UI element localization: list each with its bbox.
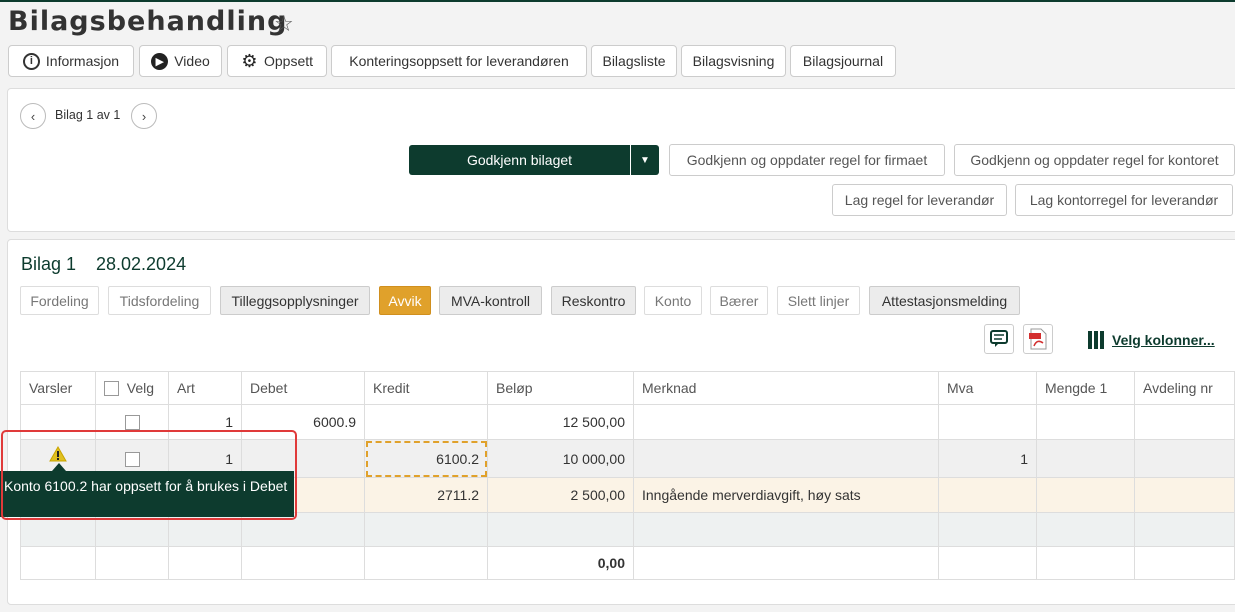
star-icon[interactable]: ☆	[274, 11, 294, 37]
pdf-button[interactable]	[1023, 324, 1053, 354]
bilag-label: Bilag 1	[21, 254, 77, 274]
oppsett-button[interactable]: ⚙ Oppsett	[227, 45, 327, 77]
comment-button[interactable]	[984, 324, 1014, 354]
table-total-row: 0,00	[20, 546, 1235, 580]
cell-merknad[interactable]: Inngående merverdiavgift, høy sats	[633, 477, 939, 513]
gear-icon: ⚙	[241, 50, 258, 71]
caret-down-icon[interactable]: ▼	[630, 145, 659, 175]
play-icon: ▶	[151, 52, 169, 70]
col-debet: Debet	[241, 371, 365, 405]
total-belop: 0,00	[487, 546, 634, 580]
tab-tidsfordeling[interactable]: Tidsfordeling	[108, 286, 211, 315]
lag-regel-leverandor-button[interactable]: Lag regel for leverandør	[832, 184, 1007, 216]
highlight-box	[1, 430, 297, 520]
tab-reskontro[interactable]: Reskontro	[551, 286, 636, 315]
cell-kredit[interactable]	[364, 404, 488, 440]
cell-mva[interactable]	[938, 477, 1037, 513]
cell-merknad[interactable]	[633, 404, 939, 440]
cell-merknad[interactable]	[633, 439, 939, 478]
col-velg: Velg	[95, 371, 169, 405]
bilag-date: 28.02.2024	[96, 254, 187, 274]
cell-kredit[interactable]: 6100.2	[364, 439, 488, 478]
chevron-right-icon: ›	[141, 108, 147, 124]
tab-tilleggsopplysninger[interactable]: Tilleggsopplysninger	[220, 286, 370, 315]
tab-konto[interactable]: Konto	[644, 286, 702, 315]
next-button[interactable]: ›	[131, 103, 157, 129]
col-art: Art	[168, 371, 242, 405]
pdf-icon	[1029, 328, 1047, 350]
cell-mva[interactable]: 1	[938, 439, 1037, 478]
cell-belop[interactable]: 10 000,00	[487, 439, 634, 478]
col-mengde: Mengde 1	[1036, 371, 1135, 405]
cell-kredit[interactable]: 2711.2	[364, 477, 488, 513]
tab-mva-kontroll[interactable]: MVA-kontroll	[439, 286, 542, 315]
col-avdeling: Avdeling nr	[1134, 371, 1235, 405]
lag-kontorregel-button[interactable]: Lag kontorregel for leverandør	[1015, 184, 1233, 216]
page-title: Bilagsbehandling	[8, 6, 288, 37]
tab-fordeling[interactable]: Fordeling	[20, 286, 99, 315]
video-button[interactable]: ▶ Video	[139, 45, 222, 77]
bilagsvisning-button[interactable]: Bilagsvisning	[681, 45, 786, 77]
bilagsjournal-button[interactable]: Bilagsjournal	[790, 45, 896, 77]
col-varsler: Varsler	[20, 371, 96, 405]
prev-button[interactable]: ‹	[20, 103, 46, 129]
info-icon: i	[22, 52, 40, 70]
col-belop: Beløp	[487, 371, 634, 405]
godkjenn-firma-button[interactable]: Godkjenn og oppdater regel for firmaet	[669, 144, 945, 176]
godkjenn-button[interactable]: Godkjenn bilaget ▼	[409, 145, 659, 175]
comment-icon	[990, 330, 1008, 347]
col-kredit: Kredit	[364, 371, 488, 405]
tab-slett-linjer[interactable]: Slett linjer	[777, 286, 860, 315]
velg-kolonner-link[interactable]: Velg kolonner...	[1088, 331, 1215, 349]
col-mva: Mva	[938, 371, 1037, 405]
bilagsliste-button[interactable]: Bilagsliste	[591, 45, 677, 77]
cell-belop[interactable]: 2 500,00	[487, 477, 634, 513]
bilag-counter: Bilag 1 av 1	[55, 108, 121, 122]
cell-belop[interactable]: 12 500,00	[487, 404, 634, 440]
col-merknad: Merknad	[633, 371, 939, 405]
konteringsoppsett-button[interactable]: Konteringsoppsett for leverandøren	[331, 45, 587, 77]
select-all-checkbox[interactable]	[104, 381, 119, 397]
table-header: Varsler Velg Art Debet Kredit Beløp Merk…	[20, 371, 1235, 405]
row-checkbox[interactable]	[124, 415, 140, 431]
chevron-left-icon: ‹	[30, 108, 36, 124]
tab-baerer[interactable]: Bærer	[710, 286, 768, 315]
cell-mva[interactable]	[938, 404, 1037, 440]
tab-attestasjonsmelding[interactable]: Attestasjonsmelding	[869, 286, 1020, 315]
columns-icon	[1088, 331, 1104, 349]
informasjon-button[interactable]: i Informasjon	[8, 45, 134, 77]
tab-avvik[interactable]: Avvik	[379, 286, 431, 315]
godkjenn-kontor-button[interactable]: Godkjenn og oppdater regel for kontoret	[954, 144, 1235, 176]
